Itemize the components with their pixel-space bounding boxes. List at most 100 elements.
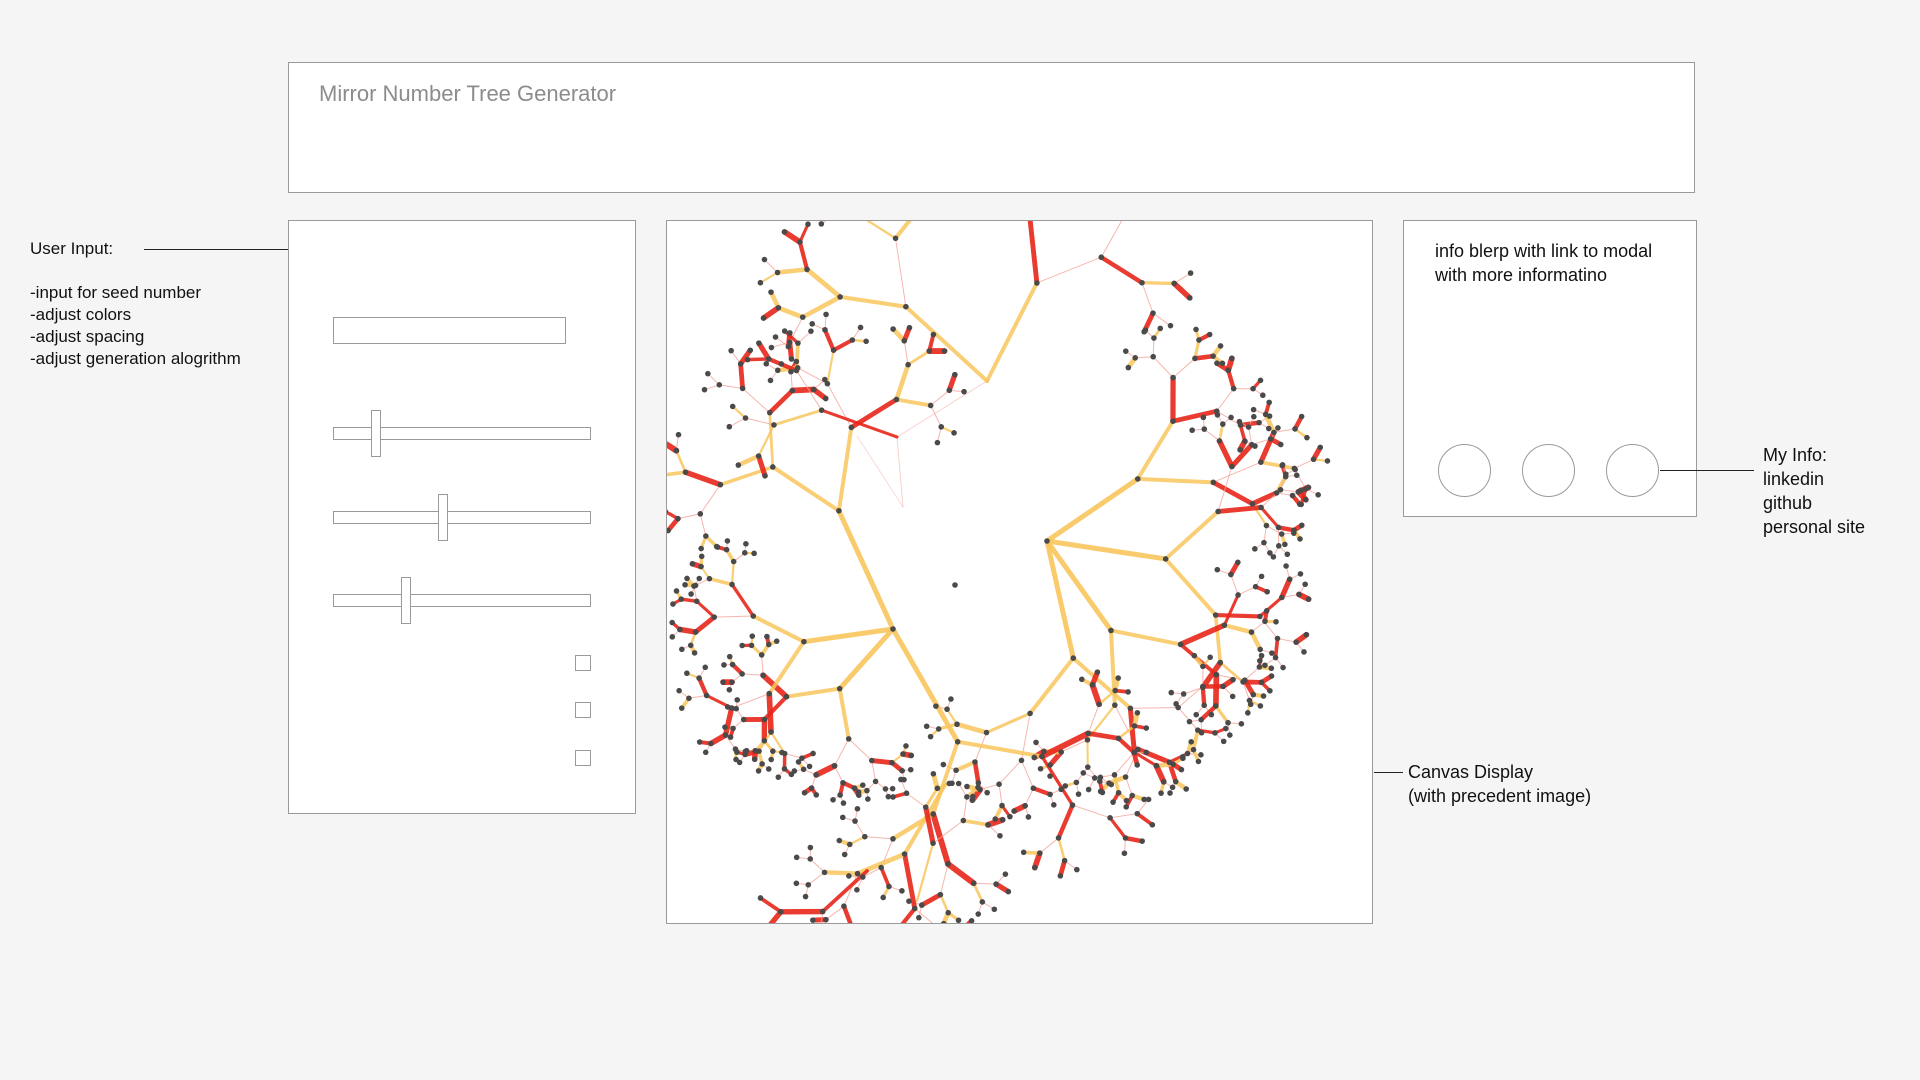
tree-node	[1289, 492, 1296, 499]
tree-node	[846, 841, 853, 848]
tree-node	[765, 641, 772, 648]
tree-node	[1214, 412, 1221, 418]
canvas-display[interactable]	[666, 220, 1373, 924]
tree-node	[739, 671, 745, 677]
tree-branch	[930, 811, 951, 867]
tree-branch	[848, 738, 873, 762]
tree-node	[930, 331, 937, 338]
tree-node	[1099, 789, 1106, 796]
tree-branch	[667, 470, 688, 477]
tree-node	[945, 861, 951, 867]
tree-branch	[831, 337, 855, 353]
slider-thumb[interactable]	[371, 410, 381, 457]
tree-branch	[1109, 813, 1138, 819]
tree-branch	[906, 349, 931, 367]
tree-branch	[1273, 636, 1280, 660]
tree-node	[1055, 835, 1062, 841]
tree-node	[890, 794, 896, 800]
tree-branch	[1108, 628, 1183, 647]
tree-node	[856, 792, 862, 798]
tree-node	[1324, 458, 1331, 464]
tree-node	[1277, 486, 1284, 493]
tree-node	[795, 340, 801, 346]
tree-node	[1267, 436, 1274, 442]
tree-node	[848, 424, 855, 431]
tree-node	[903, 303, 909, 310]
tree-node	[911, 905, 918, 912]
tree-node	[1305, 596, 1312, 602]
tree-node	[703, 533, 709, 539]
seed-number-input[interactable]	[333, 317, 566, 344]
tree-node	[1058, 749, 1065, 755]
tree-node	[1265, 425, 1272, 432]
tree-branch	[1028, 656, 1076, 716]
tree-node	[892, 235, 899, 242]
option-checkbox-3[interactable]	[575, 750, 591, 766]
linkedin-button[interactable]	[1438, 444, 1491, 497]
tree-node	[818, 221, 825, 227]
tree-node	[789, 387, 796, 394]
tree-node	[678, 705, 685, 711]
option-checkbox-2[interactable]	[575, 702, 591, 718]
tree-branch	[820, 408, 899, 439]
tree-node	[762, 473, 768, 479]
tree-node	[734, 697, 741, 703]
tree-branch	[900, 906, 917, 923]
github-button[interactable]	[1522, 444, 1575, 497]
tree-node	[1219, 421, 1226, 427]
tree-node	[778, 909, 784, 915]
tree-branch	[954, 721, 989, 735]
slider-thumb[interactable]	[401, 577, 411, 624]
option-checkbox-1[interactable]	[575, 655, 591, 671]
spacing-slider[interactable]	[333, 494, 591, 541]
tree-node	[1227, 732, 1233, 738]
tree-node	[1121, 850, 1128, 857]
slider-thumb[interactable]	[438, 494, 448, 541]
tree-node	[757, 895, 764, 901]
tree-node	[1096, 778, 1103, 784]
tree-branch	[871, 760, 877, 782]
tree-node	[1005, 888, 1012, 895]
tree-node	[778, 361, 785, 367]
tree-node	[837, 792, 843, 798]
tree-node	[797, 239, 803, 245]
tree-node	[677, 626, 683, 633]
tree-node	[1235, 592, 1241, 598]
tree-node	[954, 738, 961, 745]
tree-branch	[1039, 730, 1092, 760]
tree-node	[1207, 654, 1213, 661]
tree-node	[775, 304, 782, 311]
tree-node	[1034, 280, 1040, 286]
tree-node	[926, 348, 933, 354]
tree-node	[940, 761, 947, 768]
tree-branch	[730, 582, 755, 618]
tree-node	[1172, 778, 1179, 785]
tree-node	[865, 796, 871, 802]
tree-node	[1266, 399, 1272, 406]
tree-node	[1031, 754, 1038, 761]
tree-node	[1228, 414, 1234, 421]
tree-node	[1167, 790, 1173, 796]
tree-node	[927, 402, 934, 409]
tree-node	[945, 909, 952, 916]
info-blurb[interactable]: info blerp with link to modal with more …	[1435, 239, 1675, 287]
tree-branch	[767, 388, 795, 415]
tree-node	[1256, 664, 1263, 670]
tree-node	[808, 328, 814, 334]
tree-node	[946, 780, 953, 787]
tree-node	[1098, 254, 1105, 261]
tree-branch	[915, 842, 935, 903]
personal-site-button[interactable]	[1606, 444, 1659, 497]
algorithm-slider[interactable]	[333, 577, 591, 624]
tree-branch	[767, 639, 806, 696]
tree-branch	[1249, 490, 1280, 507]
tree-node	[1303, 631, 1310, 638]
tree-node	[878, 864, 884, 871]
tree-node	[846, 873, 852, 879]
tree-node	[841, 851, 848, 858]
tree-branch	[699, 484, 721, 515]
tree-node	[1020, 849, 1027, 856]
tree-node	[1187, 270, 1194, 276]
tree-node	[1032, 864, 1038, 871]
color-slider[interactable]	[333, 410, 591, 457]
